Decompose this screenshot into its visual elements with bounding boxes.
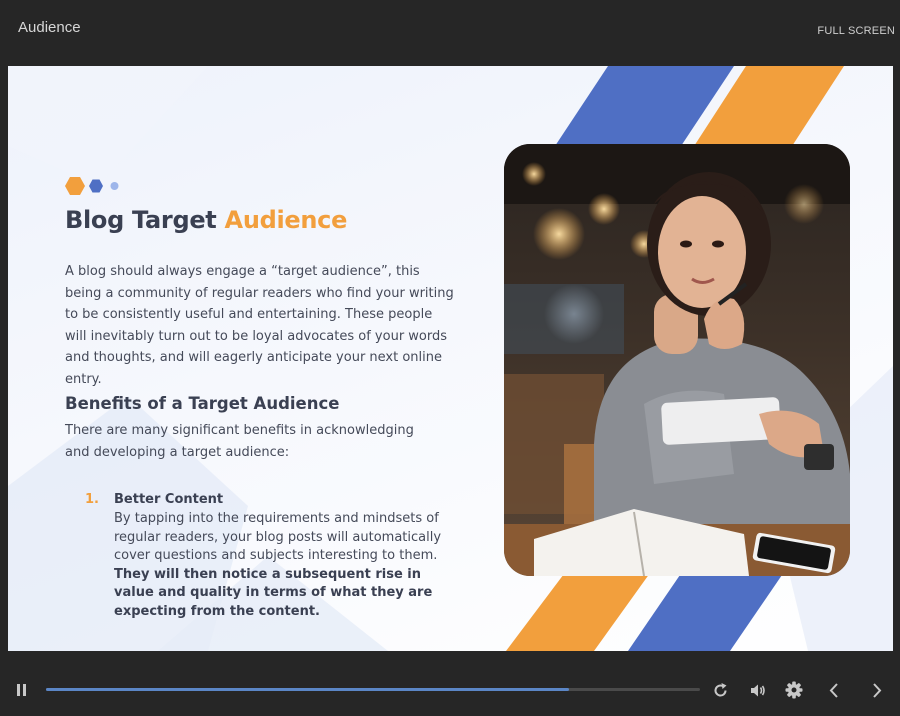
- benefits-heading: Benefits of a Target Audience: [65, 394, 340, 413]
- top-bar: Audience FULL SCREEN: [0, 0, 900, 66]
- slide-title-main: Blog Target: [65, 206, 217, 234]
- progress-bar-fill: [46, 688, 570, 691]
- replay-icon[interactable]: [712, 682, 729, 699]
- slide-title-accent: Audience: [224, 206, 348, 234]
- list-item-bold-text: They will then notice a subsequent rise …: [114, 566, 433, 619]
- list-number: 1.: [85, 492, 99, 507]
- fullscreen-button[interactable]: FULL SCREEN: [817, 25, 895, 37]
- slide-title: Blog Target Audience: [65, 206, 347, 234]
- progress-bar[interactable]: [46, 688, 700, 691]
- intro-paragraph: A blog should always engage a “target au…: [65, 264, 454, 387]
- benefits-intro: There are many significant benefits in a…: [65, 423, 414, 460]
- woman-with-tablet-photo: [504, 144, 850, 576]
- next-icon[interactable]: [871, 682, 883, 699]
- hexagon-dots-icon: [65, 177, 119, 195]
- list-item-text: By tapping into the requirements and min…: [114, 511, 442, 563]
- app-title: Audience: [18, 19, 81, 36]
- player-controls: [0, 668, 900, 716]
- settings-icon[interactable]: [785, 681, 803, 699]
- list-item-heading: Better Content: [114, 492, 224, 507]
- list-item-body: By tapping into the requirements and min…: [114, 510, 454, 621]
- prev-icon[interactable]: [828, 682, 840, 699]
- pause-icon[interactable]: [17, 683, 27, 697]
- volume-icon[interactable]: [750, 682, 767, 699]
- slide: Blog Target Audience A blog should alway…: [8, 66, 893, 651]
